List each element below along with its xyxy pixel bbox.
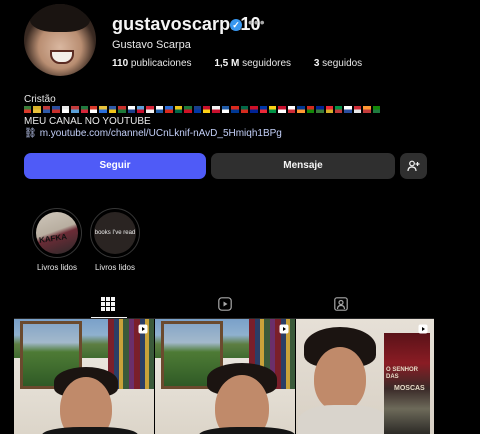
flag-emoji <box>61 106 70 113</box>
book-cover-image: O SENHOR DAS MOSCAS <box>384 333 430 434</box>
flag-emoji <box>353 106 362 113</box>
flag-emoji <box>33 106 41 113</box>
reel-indicator-icon <box>279 324 289 334</box>
reel-indicator-icon <box>138 324 148 334</box>
active-tab-indicator <box>91 317 127 318</box>
following-stat[interactable]: 3 seguidos <box>314 58 372 69</box>
flag-emoji <box>42 106 51 113</box>
flag-emoji <box>221 106 230 113</box>
flag-emoji <box>306 106 315 113</box>
flag-emoji <box>108 106 117 113</box>
flag-emoji <box>250 106 258 113</box>
book-title-line-1: O SENHOR DAS <box>386 367 419 380</box>
flag-emoji <box>71 106 79 113</box>
flag-emoji <box>155 106 164 113</box>
grid-icon <box>101 297 115 311</box>
tab-tagged[interactable] <box>334 297 350 313</box>
flag-emoji <box>118 106 126 113</box>
flag-emoji <box>344 106 352 113</box>
flag-emoji <box>24 106 32 113</box>
flag-emoji <box>334 106 343 113</box>
add-user-icon <box>407 160 420 172</box>
flag-emoji <box>268 106 277 113</box>
bio-link[interactable]: ⛓ m.youtube.com/channel/UCnLknif-nAvD_5Hm… <box>24 128 282 139</box>
tab-reels[interactable] <box>218 297 234 313</box>
more-options-icon[interactable]: ••• <box>248 14 266 30</box>
flag-emoji <box>297 106 305 113</box>
flag-emoji <box>80 106 88 113</box>
profile-full-name: Gustavo Scarpa <box>112 39 191 51</box>
bio-line-1: Cristão <box>24 94 56 105</box>
flag-emoji <box>127 106 136 113</box>
highlight-cover-text: KAFKA <box>38 232 68 245</box>
highlight-label: Livros lidos <box>36 263 77 272</box>
flag-emoji <box>89 106 98 113</box>
message-button[interactable]: Mensaje <box>211 153 395 179</box>
post-thumbnail[interactable]: O SENHOR DAS MOSCAS <box>296 319 434 434</box>
flag-emoji <box>240 106 249 113</box>
flag-emoji <box>287 106 296 113</box>
flag-emoji <box>231 106 239 113</box>
flag-emoji <box>165 106 173 113</box>
bio-link-text[interactable]: m.youtube.com/channel/UCnLknif-nAvD_5Hmi… <box>40 128 282 139</box>
flag-emoji <box>174 106 183 113</box>
verified-badge-icon: ✓ <box>230 19 242 31</box>
flag-emoji <box>193 106 202 113</box>
followers-stat[interactable]: 1,5 M seguidores <box>214 58 301 69</box>
flag-emoji <box>259 106 267 113</box>
bio-flag-emojis <box>24 105 381 114</box>
bio-line-2: MEU CANAL NO YOUTUBE <box>24 116 151 127</box>
story-highlight[interactable]: KAFKA <box>32 208 82 258</box>
flag-emoji <box>278 106 286 113</box>
profile-stats: 110 publicaciones 1,5 M seguidores 3 seg… <box>112 58 382 69</box>
flag-emoji <box>146 106 154 113</box>
profile-avatar[interactable] <box>24 4 96 76</box>
flag-emoji <box>184 106 192 113</box>
flag-emoji <box>325 106 333 113</box>
flag-emoji <box>52 106 60 113</box>
post-thumbnail[interactable] <box>155 319 295 434</box>
tagged-user-icon <box>334 297 348 311</box>
link-icon: ⛓ <box>24 128 37 139</box>
post-thumbnail[interactable] <box>14 319 154 434</box>
highlight-cover-text: books I've read <box>94 230 136 236</box>
suggested-accounts-button[interactable] <box>400 153 427 179</box>
flag-emoji <box>137 106 145 113</box>
flag-emoji <box>363 106 371 113</box>
flag-emoji <box>316 106 324 113</box>
book-title-line-2: MOSCAS <box>394 385 425 392</box>
posts-count-stat: 110 publicaciones <box>112 58 192 69</box>
flag-emoji <box>212 106 220 113</box>
reels-icon <box>218 297 232 311</box>
highlight-label: Livros lidos <box>94 263 135 272</box>
flag-emoji <box>203 106 211 113</box>
follow-button[interactable]: Seguir <box>24 153 206 179</box>
flag-emoji <box>99 106 107 113</box>
flag-emoji <box>372 106 381 113</box>
reel-indicator-icon <box>418 324 428 334</box>
story-highlight[interactable]: books I've read <box>90 208 140 258</box>
tab-posts[interactable] <box>101 297 117 313</box>
